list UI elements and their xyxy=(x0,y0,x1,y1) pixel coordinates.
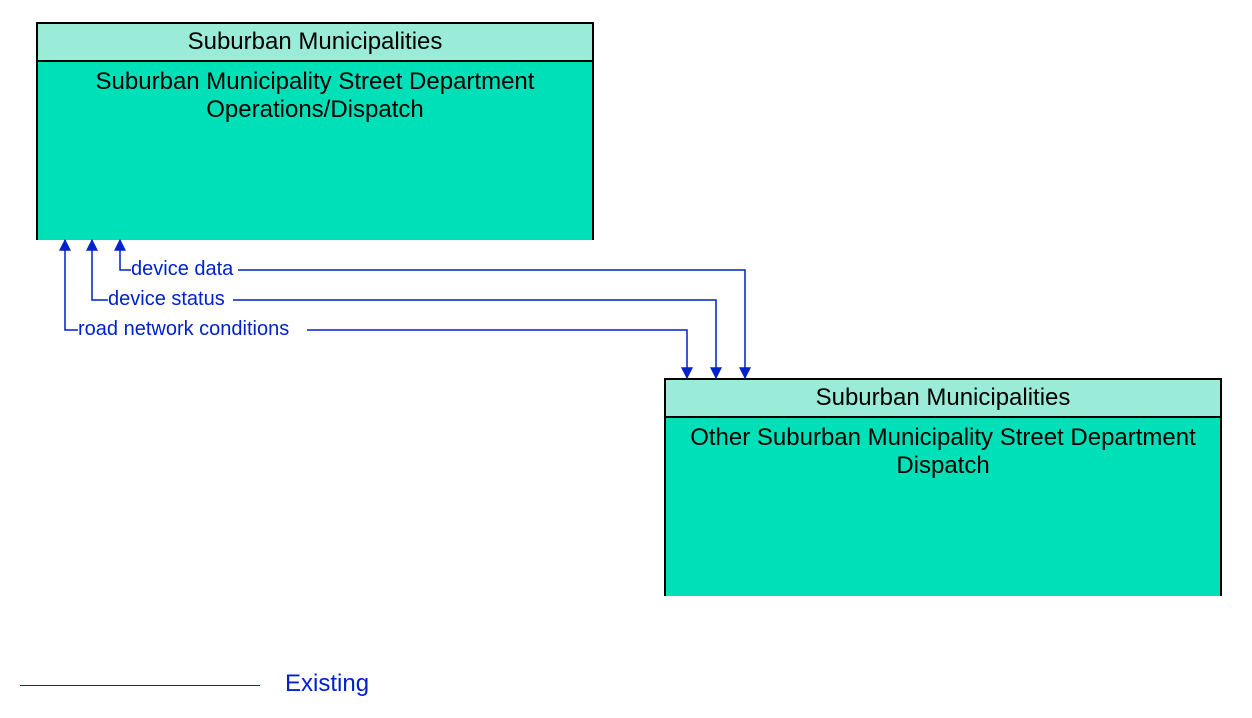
entity-bottom-body: Other Suburban Municipality Street Depar… xyxy=(666,418,1220,596)
entity-top-body: Suburban Municipality Street Department … xyxy=(38,62,592,240)
flow-label-device-data: device data xyxy=(131,258,233,281)
entity-bottom-header: Suburban Municipalities xyxy=(666,380,1220,418)
legend-existing-line xyxy=(20,685,260,686)
diagram-canvas: Suburban Municipalities Suburban Municip… xyxy=(0,0,1252,718)
entity-top-box: Suburban Municipalities Suburban Municip… xyxy=(36,22,594,240)
flow-label-device-status: device status xyxy=(108,288,225,311)
entity-top-header: Suburban Municipalities xyxy=(38,24,592,62)
entity-bottom-box: Suburban Municipalities Other Suburban M… xyxy=(664,378,1222,596)
legend-existing-label: Existing xyxy=(285,670,369,698)
flow-label-road-network-conditions: road network conditions xyxy=(78,318,289,341)
